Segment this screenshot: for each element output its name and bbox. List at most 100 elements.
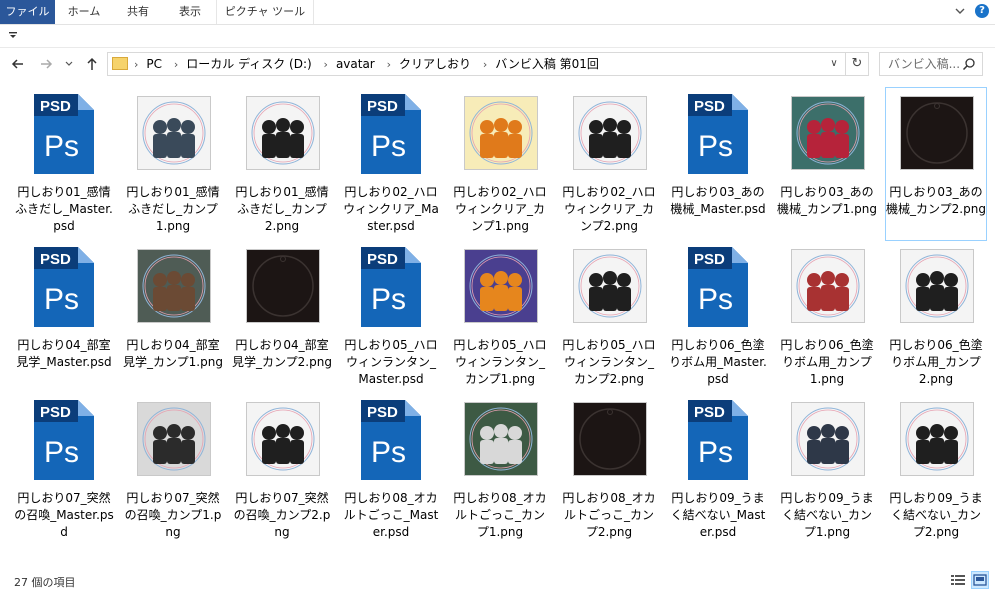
thumbnail-frame [791, 249, 865, 323]
file-item[interactable]: PSD Ps 円しおり03_あの機械_Master.psd [668, 88, 768, 240]
file-item[interactable]: 円しおり04_部室見学_カンプ2.png [232, 241, 332, 393]
breadcrumb-avatar[interactable]: avatar [336, 57, 375, 71]
psd-file-icon: PSD Ps [361, 247, 421, 327]
file-item[interactable]: 円しおり05_ハロウィンランタン_カンプ2.png [559, 241, 659, 393]
psd-file-icon: PSD Ps [688, 400, 748, 480]
thumbnail-frame [246, 249, 320, 323]
thumbnail-frame [791, 96, 865, 170]
thumbnail-image [578, 101, 642, 165]
file-name: 円しおり06_色塗りボム用_カンプ1.png [780, 338, 874, 386]
breadcrumb-clear-shiori[interactable]: クリアしおり [399, 57, 471, 71]
svg-text:Ps: Ps [698, 130, 733, 163]
png-thumbnail [898, 396, 974, 484]
file-item[interactable]: PSD Ps 円しおり04_部室見学_Master.psd [14, 241, 114, 393]
address-bar[interactable]: › PC › ローカル ディスク (D:) › avatar › クリアしおり › バンビ… [107, 52, 869, 76]
file-item[interactable]: PSD Ps 円しおり05_ハロウィンランタン_Master.psd [341, 241, 441, 393]
file-name: 円しおり02_ハロウィンクリア_カンプ2.png [562, 185, 656, 233]
file-name: 円しおり03_あの機械_カンプ1.png [777, 185, 877, 216]
file-item[interactable]: PSD Ps 円しおり01_感情ふきだし_Master.psd [14, 88, 114, 240]
breadcrumb-separator-icon[interactable]: › [324, 58, 328, 71]
thumbnail-image [142, 101, 206, 165]
file-item[interactable]: 円しおり03_あの機械_カンプ2.png [885, 87, 987, 241]
thumbnail-frame [246, 96, 320, 170]
thumbnail-frame [137, 249, 211, 323]
back-arrow-icon[interactable] [10, 56, 26, 72]
address-dropdown-icon[interactable]: ∨ [826, 53, 842, 75]
tab-share[interactable]: 共有 [112, 0, 164, 24]
breadcrumb-pc[interactable]: PC [146, 57, 162, 71]
file-item[interactable]: 円しおり06_色塗りボム用_カンプ1.png [777, 241, 877, 393]
details-view-icon[interactable] [950, 572, 966, 588]
tab-home[interactable]: ホーム [56, 0, 112, 24]
svg-text:PSD: PSD [40, 98, 71, 115]
thumbnail-image [469, 101, 533, 165]
file-item[interactable]: 円しおり08_オカルトごっこ_カンプ2.png [559, 394, 659, 546]
tab-picture-tools[interactable]: ピクチャ ツール [216, 0, 314, 24]
chevron-down-icon[interactable] [953, 4, 967, 18]
svg-text:Ps: Ps [698, 436, 733, 469]
file-item[interactable]: PSD Ps 円しおり02_ハロウィンクリア_Master.psd [341, 88, 441, 240]
file-item[interactable]: 円しおり09_うまく結べない_カンプ1.png [777, 394, 877, 546]
thumbnail-image [251, 407, 315, 471]
forward-arrow-icon[interactable] [38, 56, 54, 72]
file-item[interactable]: 円しおり03_あの機械_カンプ1.png [777, 88, 877, 240]
breadcrumb-drive[interactable]: ローカル ディスク (D:) [186, 57, 311, 71]
file-name: 円しおり01_感情ふきだし_カンプ2.png [235, 185, 329, 233]
up-arrow-icon[interactable] [84, 56, 100, 72]
search-input[interactable]: バンビ入稿... [879, 52, 983, 76]
file-item[interactable]: 円しおり07_突然の召喚_カンプ1.png [123, 394, 223, 546]
svg-text:Ps: Ps [44, 283, 79, 316]
help-icon[interactable]: ? [975, 4, 989, 18]
svg-text:Ps: Ps [371, 130, 406, 163]
svg-text:Ps: Ps [371, 436, 406, 469]
breadcrumb-separator-icon[interactable]: › [483, 58, 487, 71]
file-item[interactable]: 円しおり07_突然の召喚_カンプ2.png [232, 394, 332, 546]
png-thumbnail [789, 90, 865, 178]
file-item[interactable]: 円しおり06_色塗りボム用_カンプ2.png [886, 241, 986, 393]
breadcrumb-separator-icon[interactable]: › [174, 58, 178, 71]
png-thumbnail [571, 396, 647, 484]
file-name: 円しおり06_色塗りボム用_Master.psd [669, 338, 767, 386]
file-item[interactable]: PSD Ps 円しおり09_うまく結べない_Master.psd [668, 394, 768, 546]
navigation-bar: › PC › ローカル ディスク (D:) › avatar › クリアしおり › バンビ… [0, 48, 995, 80]
png-thumbnail [898, 90, 974, 178]
png-thumbnail [789, 396, 865, 484]
png-thumbnail [244, 90, 320, 178]
breadcrumb-current[interactable]: バンビ入稿 第01回 [495, 57, 599, 71]
file-item[interactable]: 円しおり05_ハロウィンランタン_カンプ1.png [450, 241, 550, 393]
breadcrumb-separator-icon[interactable]: › [387, 58, 391, 71]
thumbnail-image [142, 407, 206, 471]
file-name: 円しおり01_感情ふきだし_カンプ1.png [126, 185, 220, 233]
png-thumbnail [244, 396, 320, 484]
file-name: 円しおり07_突然の召喚_カンプ2.png [233, 491, 331, 539]
thumbnail-image [796, 101, 860, 165]
file-item[interactable]: PSD Ps 円しおり07_突然の召喚_Master.psd [14, 394, 114, 546]
file-item[interactable]: 円しおり08_オカルトごっこ_カンプ1.png [450, 394, 550, 546]
recent-dropdown-icon[interactable] [64, 56, 74, 72]
file-item[interactable]: PSD Ps 円しおり08_オカルトごっこ_Master.psd [341, 394, 441, 546]
qat-dropdown-icon[interactable] [8, 31, 18, 41]
file-item[interactable]: PSD Ps 円しおり06_色塗りボム用_Master.psd [668, 241, 768, 393]
png-thumbnail [244, 243, 320, 331]
png-thumbnail [462, 396, 538, 484]
thumbnail-frame [573, 96, 647, 170]
large-icons-view-icon[interactable] [971, 571, 989, 589]
file-name: 円しおり05_ハロウィンランタン_カンプ1.png [453, 338, 547, 386]
refresh-icon[interactable]: ↻ [845, 53, 868, 75]
file-name: 円しおり08_オカルトごっこ_カンプ2.png [562, 491, 656, 539]
file-item[interactable]: 円しおり01_感情ふきだし_カンプ1.png [123, 88, 223, 240]
svg-text:PSD: PSD [694, 404, 725, 421]
thumbnail-image [142, 254, 206, 318]
file-item[interactable]: 円しおり02_ハロウィンクリア_カンプ1.png [450, 88, 550, 240]
tab-file[interactable]: ファイル [0, 0, 55, 24]
svg-text:PSD: PSD [694, 251, 725, 268]
file-item[interactable]: 円しおり02_ハロウィンクリア_カンプ2.png [559, 88, 659, 240]
breadcrumb-separator-icon[interactable]: › [134, 58, 138, 71]
file-item[interactable]: 円しおり09_うまく結べない_カンプ2.png [886, 394, 986, 546]
file-name: 円しおり03_あの機械_カンプ2.png [886, 185, 986, 216]
file-item[interactable]: 円しおり04_部室見学_カンプ1.png [123, 241, 223, 393]
file-name: 円しおり08_オカルトごっこ_カンプ1.png [453, 491, 547, 539]
file-item[interactable]: 円しおり01_感情ふきだし_カンプ2.png [232, 88, 332, 240]
file-name: 円しおり03_あの機械_Master.psd [670, 185, 766, 216]
tab-view[interactable]: 表示 [164, 0, 216, 24]
